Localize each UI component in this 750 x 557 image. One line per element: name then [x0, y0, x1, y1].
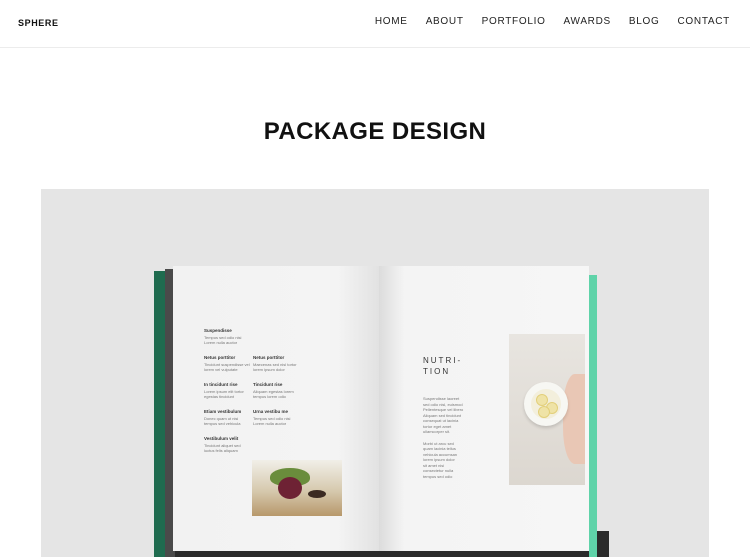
nutrition-heading-line: TION [423, 367, 451, 376]
book-section: Tincidunt rise Aliquam egestas lorem tempu… [253, 382, 301, 399]
nav-home-link[interactable]: HOME [375, 16, 408, 27]
book-section-heading: Suspendisse [204, 328, 232, 333]
top-navigation-bar: SPHERE HOME ABOUT PORTFOLIO AWARDS BLOG … [0, 0, 750, 48]
nutrition-heading-line: NUTRI- [423, 356, 463, 365]
page-title: PACKAGE DESIGN [263, 118, 487, 145]
vegetables-photo [252, 460, 342, 516]
book-section: Netus porttitor Maecenas sed nisl tortor l… [253, 355, 301, 372]
body-line: tempus sed odio [423, 473, 453, 479]
book-section-heading: In tincidunt rise [204, 382, 238, 387]
book-section-heading: Netus porttitor [253, 355, 285, 360]
book-section: Netus porttitor Tincidunt suspendisse vel… [204, 355, 252, 372]
main-nav: HOME ABOUT PORTFOLIO AWARDS BLOG CONTACT [375, 16, 730, 27]
book-section: Suspendisse Tempus sed odio nisi Lorem nul… [204, 328, 252, 345]
red-onion-shape [278, 477, 302, 499]
hand-shape [563, 374, 585, 464]
lemon-slice [538, 406, 550, 418]
nav-portfolio-link[interactable]: PORTFOLIO [482, 16, 546, 27]
project-hero-image: Suspendisse Tempus sed odio nisi Lorem nul… [41, 189, 709, 557]
lemon-cup-photo [509, 334, 585, 485]
nav-awards-link[interactable]: AWARDS [564, 16, 611, 27]
book-cover-right [589, 275, 597, 557]
book-section-heading: Tincidunt rise [253, 382, 283, 387]
left-page-column-1: Suspendisse Tempus sed odio nisi Lorem nul… [204, 328, 252, 453]
book-section-heading: Etiam vestibulum [204, 409, 242, 414]
nutrition-body-text: Suspendisse laoreet sed odio nisl, euism… [423, 396, 471, 479]
book-section-heading: Urna vestibu me [253, 409, 289, 414]
book-section: Vestibulum velit Tincidunt aliquet sed luc… [204, 436, 252, 453]
nav-about-link[interactable]: ABOUT [426, 16, 464, 27]
book-section-heading: Netus porttitor [204, 355, 236, 360]
book-section: Urna vestibu me Tempus sed odio nisi Lorem… [253, 409, 301, 426]
book-line: luctus felis aliquam [204, 448, 238, 453]
nutrition-heading: NUTRI- TION [423, 355, 462, 377]
nav-blog-link[interactable]: BLOG [629, 16, 660, 27]
book-section-heading: Vestibulum velit [204, 436, 239, 441]
left-page-column-2: Netus porttitor Maecenas sed nisl tortor l… [253, 355, 301, 426]
site-logo[interactable]: SPHERE [18, 18, 59, 28]
peppercorn-shape [308, 490, 326, 498]
book-line: Lorem nulla auctor [253, 421, 287, 426]
book-section: In tincidunt rise Lorem ipsum elit tortor… [204, 382, 252, 399]
nav-contact-link[interactable]: CONTACT [678, 16, 731, 27]
cup-shape [524, 382, 568, 426]
book-section: Etiam vestibulum Donec quam ut nisi tempus… [204, 409, 252, 426]
